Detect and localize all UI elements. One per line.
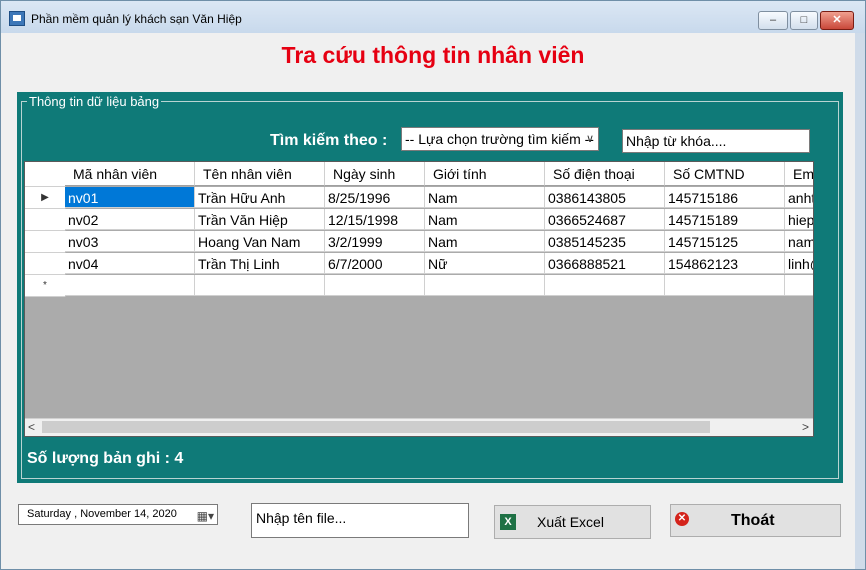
exit-label: Thoát (731, 512, 775, 529)
table-cell[interactable]: Nam (425, 187, 545, 208)
title-bar[interactable]: Phần mềm quản lý khách sạn Văn Hiệp – □ … (1, 1, 865, 33)
table-cell[interactable]: nv01 (65, 187, 195, 208)
table-cell[interactable]: 0366888521 (545, 253, 665, 274)
table-cell[interactable]: 0386143805 (545, 187, 665, 208)
table-cell[interactable] (665, 275, 785, 296)
grid-header: Mã nhân viên Tên nhân viên Ngày sinh Giớ… (25, 162, 813, 187)
table-cell[interactable]: Trần Hữu Anh (195, 187, 325, 208)
exit-button[interactable]: ✕ Thoát (670, 504, 841, 537)
data-panel: Thông tin dữ liệu bảng Tìm kiếm theo : -… (17, 92, 843, 483)
row-selector[interactable] (25, 209, 66, 231)
maximize-button[interactable]: □ (790, 11, 818, 30)
close-circle-icon: ✕ (675, 512, 689, 526)
row-selector[interactable]: * (25, 275, 66, 297)
table-cell[interactable]: 0385145235 (545, 231, 665, 252)
date-picker[interactable]: Saturday , November 14, 2020 ▦▾ (18, 504, 218, 525)
scroll-thumb[interactable] (42, 421, 710, 433)
table-cell[interactable]: Nữ (425, 253, 545, 274)
table-cell[interactable]: nv04 (65, 253, 195, 274)
calendar-icon[interactable]: ▦▾ (197, 507, 214, 526)
panel-legend: Thông tin dữ liệu bảng (27, 94, 162, 109)
row-selector[interactable] (25, 231, 66, 253)
column-header[interactable]: Mã nhân viên (65, 162, 195, 186)
table-cell[interactable]: 12/15/1998 (325, 209, 425, 230)
employee-grid[interactable]: Mã nhân viên Tên nhân viên Ngày sinh Giớ… (24, 161, 814, 437)
table-cell[interactable]: linh@gmail.com (785, 253, 813, 274)
table-row[interactable]: nv02 Trần Văn Hiệp 12/15/1998 Nam 036652… (25, 209, 813, 231)
table-row[interactable]: nv03 Hoang Van Nam 3/2/1999 Nam 03851452… (25, 231, 813, 253)
table-cell[interactable]: Nam (425, 231, 545, 252)
column-header[interactable]: Số điện thoại (545, 162, 665, 186)
new-row[interactable]: * (25, 275, 813, 297)
export-excel-label: Xuất Excel (537, 514, 604, 530)
excel-icon: X (500, 514, 516, 530)
table-cell[interactable]: 8/25/1996 (325, 187, 425, 208)
table-cell[interactable] (545, 275, 665, 296)
table-cell[interactable]: 0366524687 (545, 209, 665, 230)
search-field-select[interactable]: -- Lựa chọn trường tìm kiếm -- ∨ (401, 127, 599, 151)
table-cell[interactable]: Hoang Van Nam (195, 231, 325, 252)
record-count: Số lượng bản ghi : 4 (27, 450, 184, 467)
search-label: Tìm kiếm theo : (270, 132, 388, 149)
search-field-value: -- Lựa chọn trường tìm kiếm -- (405, 131, 594, 147)
column-header[interactable]: Số CMTND (665, 162, 785, 186)
table-cell[interactable]: nv02 (65, 209, 195, 230)
table-cell[interactable] (65, 275, 195, 296)
table-cell[interactable]: anhtran@gmail.com (785, 187, 813, 208)
table-cell[interactable]: 3/2/1999 (325, 231, 425, 252)
table-cell[interactable]: 145715189 (665, 209, 785, 230)
column-header[interactable]: Email (785, 162, 813, 186)
window-title: Phần mềm quản lý khách sạn Văn Hiệp (31, 12, 242, 26)
window-border (855, 33, 865, 569)
scroll-right-icon[interactable]: > (802, 420, 809, 434)
table-cell[interactable]: nam@gmail.com (785, 231, 813, 252)
export-excel-button[interactable]: X Xuất Excel (494, 505, 651, 539)
page-title: Tra cứu thông tin nhân viên (281, 42, 585, 68)
grid-corner[interactable] (25, 162, 66, 187)
column-header[interactable]: Ngày sinh (325, 162, 425, 186)
horizontal-scrollbar[interactable]: < > (25, 418, 813, 436)
table-cell[interactable]: 145715125 (665, 231, 785, 252)
table-cell[interactable] (195, 275, 325, 296)
table-cell[interactable]: 6/7/2000 (325, 253, 425, 274)
keyword-input[interactable]: Nhập từ khóa.... (622, 129, 810, 153)
table-cell[interactable]: hiep@gmail.com (785, 209, 813, 230)
table-cell[interactable] (325, 275, 425, 296)
table-cell[interactable]: nv03 (65, 231, 195, 252)
date-value: Saturday , November 14, 2020 (27, 508, 177, 520)
column-header[interactable]: Tên nhân viên (195, 162, 325, 186)
table-cell[interactable] (425, 275, 545, 296)
filename-input[interactable]: Nhập tên file... (251, 503, 469, 538)
app-icon (9, 11, 25, 26)
table-cell[interactable]: Nam (425, 209, 545, 230)
chevron-down-icon: ∨ (585, 133, 594, 145)
scroll-left-icon[interactable]: < (28, 420, 35, 434)
table-row[interactable]: ▶ nv01 Trần Hữu Anh 8/25/1996 Nam 038614… (25, 187, 813, 209)
close-button[interactable]: ✕ (820, 11, 854, 30)
table-cell[interactable] (785, 275, 813, 296)
row-selector[interactable]: ▶ (25, 187, 66, 209)
minimize-button[interactable]: – (758, 11, 788, 30)
table-cell[interactable]: Trần Văn Hiệp (195, 209, 325, 230)
table-row[interactable]: nv04 Trần Thị Linh 6/7/2000 Nữ 036688852… (25, 253, 813, 275)
table-cell[interactable]: Trần Thị Linh (195, 253, 325, 274)
row-selector[interactable] (25, 253, 66, 275)
column-header[interactable]: Giới tính (425, 162, 545, 186)
table-cell[interactable]: 154862123 (665, 253, 785, 274)
table-cell[interactable]: 145715186 (665, 187, 785, 208)
